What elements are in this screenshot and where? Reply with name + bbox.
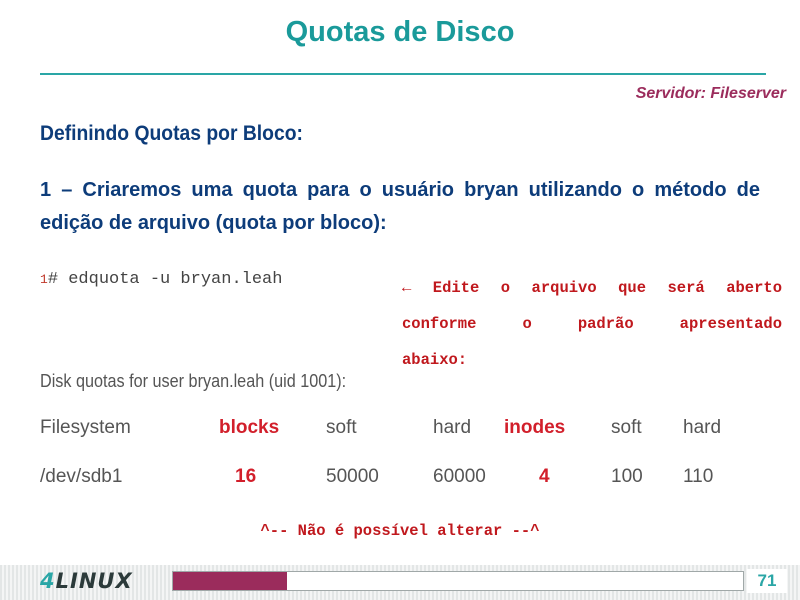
note-line-1: ← Edite o arquivo que será aberto <box>402 279 782 297</box>
page-number: 71 <box>747 569 787 593</box>
header-hard-inodes: hard <box>683 417 722 438</box>
company-logo: 4LINUX <box>40 569 133 593</box>
instruction-paragraph: 1 – Criaremos uma quota para o usuário b… <box>40 179 760 234</box>
cell-filesystem: /dev/sdb1 <box>40 466 123 487</box>
quota-header-row: Filesystem blocks soft hard inodes soft … <box>0 417 800 441</box>
command-note: ← Edite o arquivo que será aberto confor… <box>402 270 782 378</box>
progress-fill <box>173 572 287 590</box>
command-text: # edquota -u bryan.leah <box>47 270 283 289</box>
title-divider <box>40 73 766 75</box>
command-line: 1# edquota -u bryan.leah <box>40 270 282 289</box>
bottom-note: ^-- Não é possível alterar --^ <box>260 522 540 540</box>
header-blocks: blocks <box>219 417 280 438</box>
server-label: Servidor: Fileserver <box>635 85 786 102</box>
cell-soft-inodes: 100 <box>611 466 643 487</box>
cell-hard-blocks: 60000 <box>433 466 486 487</box>
logo-number: 4 <box>40 569 56 593</box>
cell-soft-blocks: 50000 <box>326 466 379 487</box>
note-line-3: abaixo: <box>402 351 468 369</box>
header-hard-blocks: hard <box>433 417 472 438</box>
quota-data-row: /dev/sdb1 16 50000 60000 4 100 110 <box>0 466 800 490</box>
cell-blocks: 16 <box>235 466 257 487</box>
slide-title: Quotas de Disco <box>285 16 515 48</box>
progress-bar <box>172 571 744 591</box>
quota-caption: Disk quotas for user bryan.leah (uid 100… <box>40 371 347 391</box>
note-line-2: conforme o padrão apresentado <box>402 315 782 333</box>
header-inodes: inodes <box>504 417 566 438</box>
cell-inodes: 4 <box>539 466 550 487</box>
logo-text: LINUX <box>55 569 133 593</box>
header-soft-inodes: soft <box>611 417 642 438</box>
line-number: 1 <box>40 272 48 287</box>
header-filesystem: Filesystem <box>40 417 131 438</box>
header-soft-blocks: soft <box>326 417 357 438</box>
section-heading: Definindo Quotas por Bloco: <box>40 122 303 145</box>
cell-hard-inodes: 110 <box>683 466 714 487</box>
